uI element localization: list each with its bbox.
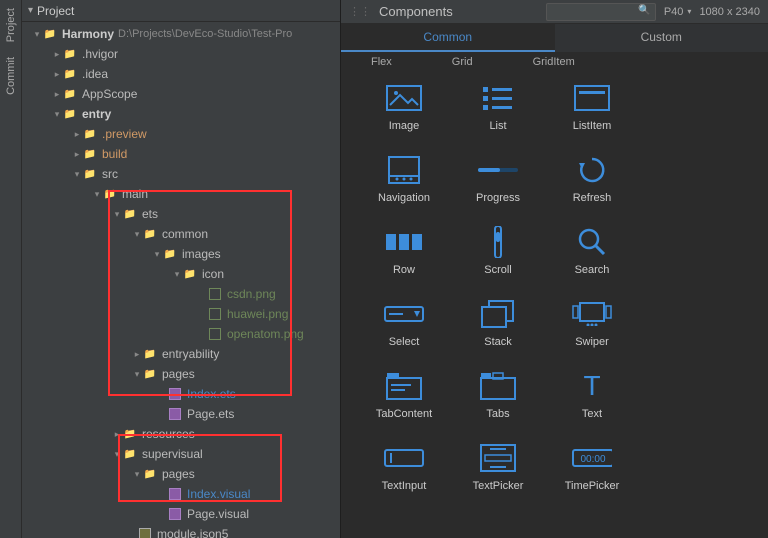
component-stack[interactable]: Stack (463, 298, 533, 348)
component-grid: Image List ListItem Navigation Progress … (341, 72, 768, 538)
category-tabs: Common Custom (341, 24, 768, 52)
tab-custom[interactable]: Custom (555, 24, 768, 52)
component-list[interactable]: List (463, 82, 533, 132)
component-image[interactable]: Image (369, 82, 439, 132)
tree-header: ▾ Project (22, 0, 340, 22)
subcategory-row: Flex Grid GridItem (341, 52, 768, 72)
panel-header: ⋮⋮ Components P40▾ 1080 x 2340 (341, 0, 768, 24)
subtab-flex[interactable]: Flex (371, 56, 392, 68)
device-selector[interactable]: P40▾ (664, 6, 692, 18)
tree-file-csdn[interactable]: ▸csdn.png (22, 284, 340, 304)
tree-folder-preview[interactable]: ▸📁.preview (22, 124, 340, 144)
tree-root[interactable]: ▾📁 Harmony D:\Projects\DevEco-Studio\Tes… (22, 24, 340, 44)
device-resolution: 1080 x 2340 (699, 6, 760, 18)
component-progress[interactable]: Progress (463, 154, 533, 204)
component-scroll[interactable]: Scroll (463, 226, 533, 276)
tree-folder-src[interactable]: ▾📁src (22, 164, 340, 184)
component-row[interactable]: Row (369, 226, 439, 276)
tree-folder-pages[interactable]: ▾📁pages (22, 364, 340, 384)
tree-folder-icon[interactable]: ▾📁icon (22, 264, 340, 284)
tree-file-indexvisual[interactable]: ▸Index.visual (22, 484, 340, 504)
tree-folder-supervisual[interactable]: ▾📁supervisual (22, 444, 340, 464)
svg-text:00:00: 00:00 (580, 454, 605, 465)
tree-file-modulejson[interactable]: ▸module.json5 (22, 524, 340, 538)
tree-folder-entryability[interactable]: ▸📁entryability (22, 344, 340, 364)
tree-folder-main[interactable]: ▾📁main (22, 184, 340, 204)
project-tree-panel: ▾ Project ▾📁 Harmony D:\Projects\DevEco-… (22, 0, 340, 538)
tree-folder-hvigor[interactable]: ▸📁.hvigor (22, 44, 340, 64)
component-timepicker[interactable]: 00:00TimePicker (557, 442, 627, 492)
tree-file-openatom[interactable]: ▸openatom.png (22, 324, 340, 344)
tree-folder-pages2[interactable]: ▾📁pages (22, 464, 340, 484)
tree-file-pagevisual[interactable]: ▸Page.visual (22, 504, 340, 524)
tree-folder-ets[interactable]: ▾📁ets (22, 204, 340, 224)
file-tree: ▾📁 Harmony D:\Projects\DevEco-Studio\Tes… (22, 22, 340, 538)
tree-folder-images[interactable]: ▾📁images (22, 244, 340, 264)
tree-file-pageets[interactable]: ▸Page.ets (22, 404, 340, 424)
tree-folder-entry[interactable]: ▾📁entry (22, 104, 340, 124)
tab-common[interactable]: Common (341, 24, 555, 52)
component-search[interactable]: Search (557, 226, 627, 276)
component-text[interactable]: TText (557, 370, 627, 420)
tree-folder-build[interactable]: ▸📁build (22, 144, 340, 164)
svg-text:T: T (583, 371, 600, 401)
component-swiper[interactable]: Swiper (557, 298, 627, 348)
subtab-grid[interactable]: Grid (452, 56, 473, 68)
tree-file-indexets[interactable]: ▸Index.ets (22, 384, 340, 404)
tree-title: Project (37, 4, 74, 18)
component-refresh[interactable]: Refresh (557, 154, 627, 204)
component-select[interactable]: Select (369, 298, 439, 348)
grip-icon[interactable]: ⋮⋮ (349, 5, 371, 18)
tree-folder-appscope[interactable]: ▸📁AppScope (22, 84, 340, 104)
tree-folder-resources[interactable]: ▸📁resources (22, 424, 340, 444)
component-search-input[interactable] (546, 3, 656, 21)
component-textpicker[interactable]: TextPicker (463, 442, 533, 492)
component-navigation[interactable]: Navigation (369, 154, 439, 204)
components-panel: ⋮⋮ Components P40▾ 1080 x 2340 Common Cu… (340, 0, 768, 538)
tree-folder-common[interactable]: ▾📁common (22, 224, 340, 244)
component-tabs[interactable]: Tabs (463, 370, 533, 420)
tab-project[interactable]: Project (5, 8, 17, 42)
subtab-griditem[interactable]: GridItem (533, 56, 575, 68)
left-sidebar-tabs: Project Commit (0, 0, 22, 538)
tree-settings-icon[interactable]: ▾ (28, 5, 33, 16)
component-listitem[interactable]: ListItem (557, 82, 627, 132)
component-textinput[interactable]: TextInput (369, 442, 439, 492)
tree-file-huawei[interactable]: ▸huawei.png (22, 304, 340, 324)
panel-title: Components (379, 4, 453, 19)
component-tabcontent[interactable]: TabContent (369, 370, 439, 420)
tree-folder-idea[interactable]: ▸📁.idea (22, 64, 340, 84)
root-path: D:\Projects\DevEco-Studio\Test-Pro (118, 28, 292, 40)
tab-commit[interactable]: Commit (5, 57, 17, 95)
